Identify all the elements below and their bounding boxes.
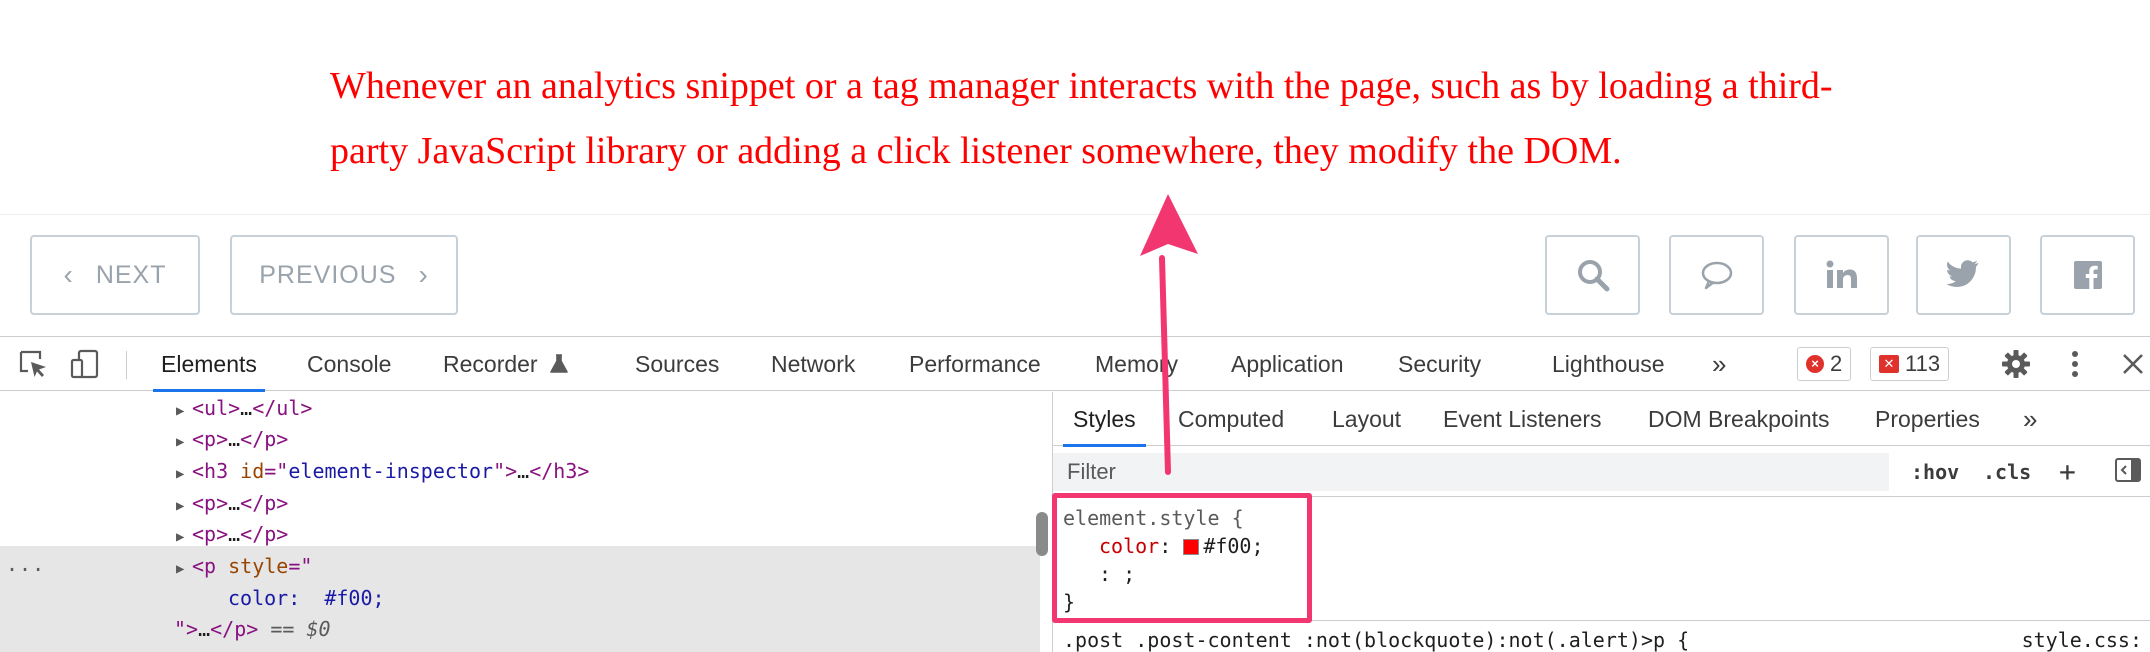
- kebab-menu-icon: [2072, 351, 2078, 377]
- linkedin-icon: [1826, 260, 1857, 288]
- previous-button[interactable]: PREVIOUS ›: [230, 235, 458, 315]
- dom-node-p[interactable]: ▶ <p>…</p>: [176, 518, 288, 550]
- chevron-right-icon: ›: [418, 259, 429, 290]
- issues-icon: ✕: [1879, 355, 1899, 373]
- issues-count-badge[interactable]: ✕ 113: [1870, 347, 1950, 381]
- tab-sources[interactable]: Sources: [635, 337, 719, 391]
- dom-node-p-selected[interactable]: ▶ <p style=": [176, 550, 312, 582]
- dom-node-ul[interactable]: ▶ <ul>…</ul>: [176, 392, 312, 424]
- twitter-icon: [1946, 260, 1978, 287]
- subtab-more-button[interactable]: »: [2023, 392, 2037, 446]
- more-options-button[interactable]: [2058, 349, 2092, 379]
- gear-icon: [2002, 350, 2030, 378]
- comment-icon: [1701, 261, 1732, 290]
- error-count-badge[interactable]: × 2: [1797, 347, 1852, 381]
- selected-node-highlight: [0, 546, 1040, 652]
- close-icon: [2123, 354, 2143, 374]
- dom-node-style-value: color: #f00;: [228, 586, 385, 610]
- css-rule-selector: .post .post-content :not(blockquote):not…: [1063, 628, 1690, 652]
- inspect-element-button[interactable]: [16, 349, 50, 379]
- facebook-icon: [2073, 261, 2102, 289]
- comment-button[interactable]: [1669, 235, 1764, 315]
- article-content: Whenever an analytics snippet or a tag m…: [0, 0, 2150, 214]
- elements-dom-tree: ... ▶ <ul>…</ul> ▶ <p>…</p> ▶ <h3 id="eleme…: [0, 392, 1052, 652]
- twitter-share-button[interactable]: [1916, 235, 2011, 315]
- subtab-event-listeners[interactable]: Event Listeners: [1443, 392, 1602, 446]
- subtab-layout[interactable]: Layout: [1332, 392, 1401, 446]
- tab-network[interactable]: Network: [771, 337, 855, 391]
- error-count: 2: [1830, 351, 1843, 376]
- styles-filter-bar: :hov .cls +: [1053, 447, 2150, 497]
- more-tabs-button[interactable]: »: [1712, 337, 1726, 391]
- tab-application[interactable]: Application: [1231, 337, 1344, 391]
- tab-recorder-label: Recorder: [443, 351, 538, 377]
- subtab-styles[interactable]: Styles: [1063, 392, 1146, 447]
- tab-security[interactable]: Security: [1398, 337, 1481, 391]
- dom-node-p[interactable]: ▶ <p>…</p>: [176, 423, 288, 455]
- tab-memory[interactable]: Memory: [1095, 337, 1178, 391]
- tab-performance[interactable]: Performance: [909, 337, 1041, 391]
- facebook-share-button[interactable]: [2040, 235, 2135, 315]
- hover-state-toggle[interactable]: :hov: [1911, 455, 1959, 489]
- tab-console[interactable]: Console: [307, 337, 391, 391]
- previous-button-label: PREVIOUS: [259, 260, 397, 289]
- class-toggle[interactable]: .cls: [1983, 455, 2031, 489]
- error-icon: ×: [1806, 355, 1824, 373]
- chevron-left-icon: ‹: [63, 259, 74, 290]
- css-rule-source-link[interactable]: style.css:: [2022, 628, 2142, 652]
- settings-button[interactable]: [1999, 349, 2033, 379]
- tab-lighthouse[interactable]: Lighthouse: [1552, 337, 1665, 391]
- tab-recorder[interactable]: Recorder: [443, 337, 568, 391]
- subtab-dom-breakpoints[interactable]: DOM Breakpoints: [1648, 392, 1830, 446]
- search-icon: [1577, 260, 1609, 292]
- linkedin-share-button[interactable]: [1794, 235, 1889, 315]
- styles-filter-input[interactable]: [1053, 453, 1889, 491]
- inspect-cursor-icon: [19, 350, 46, 377]
- elements-scrollbar[interactable]: [1036, 512, 1048, 556]
- sidebar-toggle-icon: [2115, 458, 2141, 482]
- dom-node-p[interactable]: ▶ <p>…</p>: [176, 487, 288, 519]
- subtab-computed[interactable]: Computed: [1178, 392, 1284, 446]
- dom-node-closing: ">…</p> == $0: [174, 617, 331, 641]
- issues-count: 113: [1905, 351, 1941, 376]
- next-button-label: NEXT: [95, 260, 167, 289]
- toggle-sidebar-button[interactable]: [2111, 455, 2145, 485]
- subtab-properties[interactable]: Properties: [1875, 392, 1980, 446]
- styles-subtabs: Styles Computed Layout Event Listeners D…: [1053, 392, 2150, 447]
- experimental-flask-icon: [550, 354, 568, 373]
- tab-elements[interactable]: Elements: [153, 337, 265, 392]
- post-navigation-bar: ‹ NEXT PREVIOUS ›: [0, 214, 2150, 336]
- annotation-highlight-box: [1052, 493, 1312, 623]
- dom-node-h3[interactable]: ▶ <h3 id="element-inspector">…</h3>: [176, 455, 589, 487]
- toolbar-divider: [126, 351, 127, 379]
- search-button[interactable]: [1545, 235, 1640, 315]
- article-paragraph: Whenever an analytics snippet or a tag m…: [330, 65, 1833, 172]
- device-mode-icon: [70, 349, 99, 379]
- devtools-tabbar: Elements Console Recorder Sources Networ…: [0, 337, 2150, 392]
- close-devtools-button[interactable]: [2116, 349, 2150, 379]
- node-actions-dots[interactable]: ...: [6, 552, 45, 576]
- new-style-rule-button[interactable]: +: [2059, 455, 2076, 489]
- device-toolbar-button[interactable]: [68, 349, 102, 379]
- next-button[interactable]: ‹ NEXT: [30, 235, 200, 315]
